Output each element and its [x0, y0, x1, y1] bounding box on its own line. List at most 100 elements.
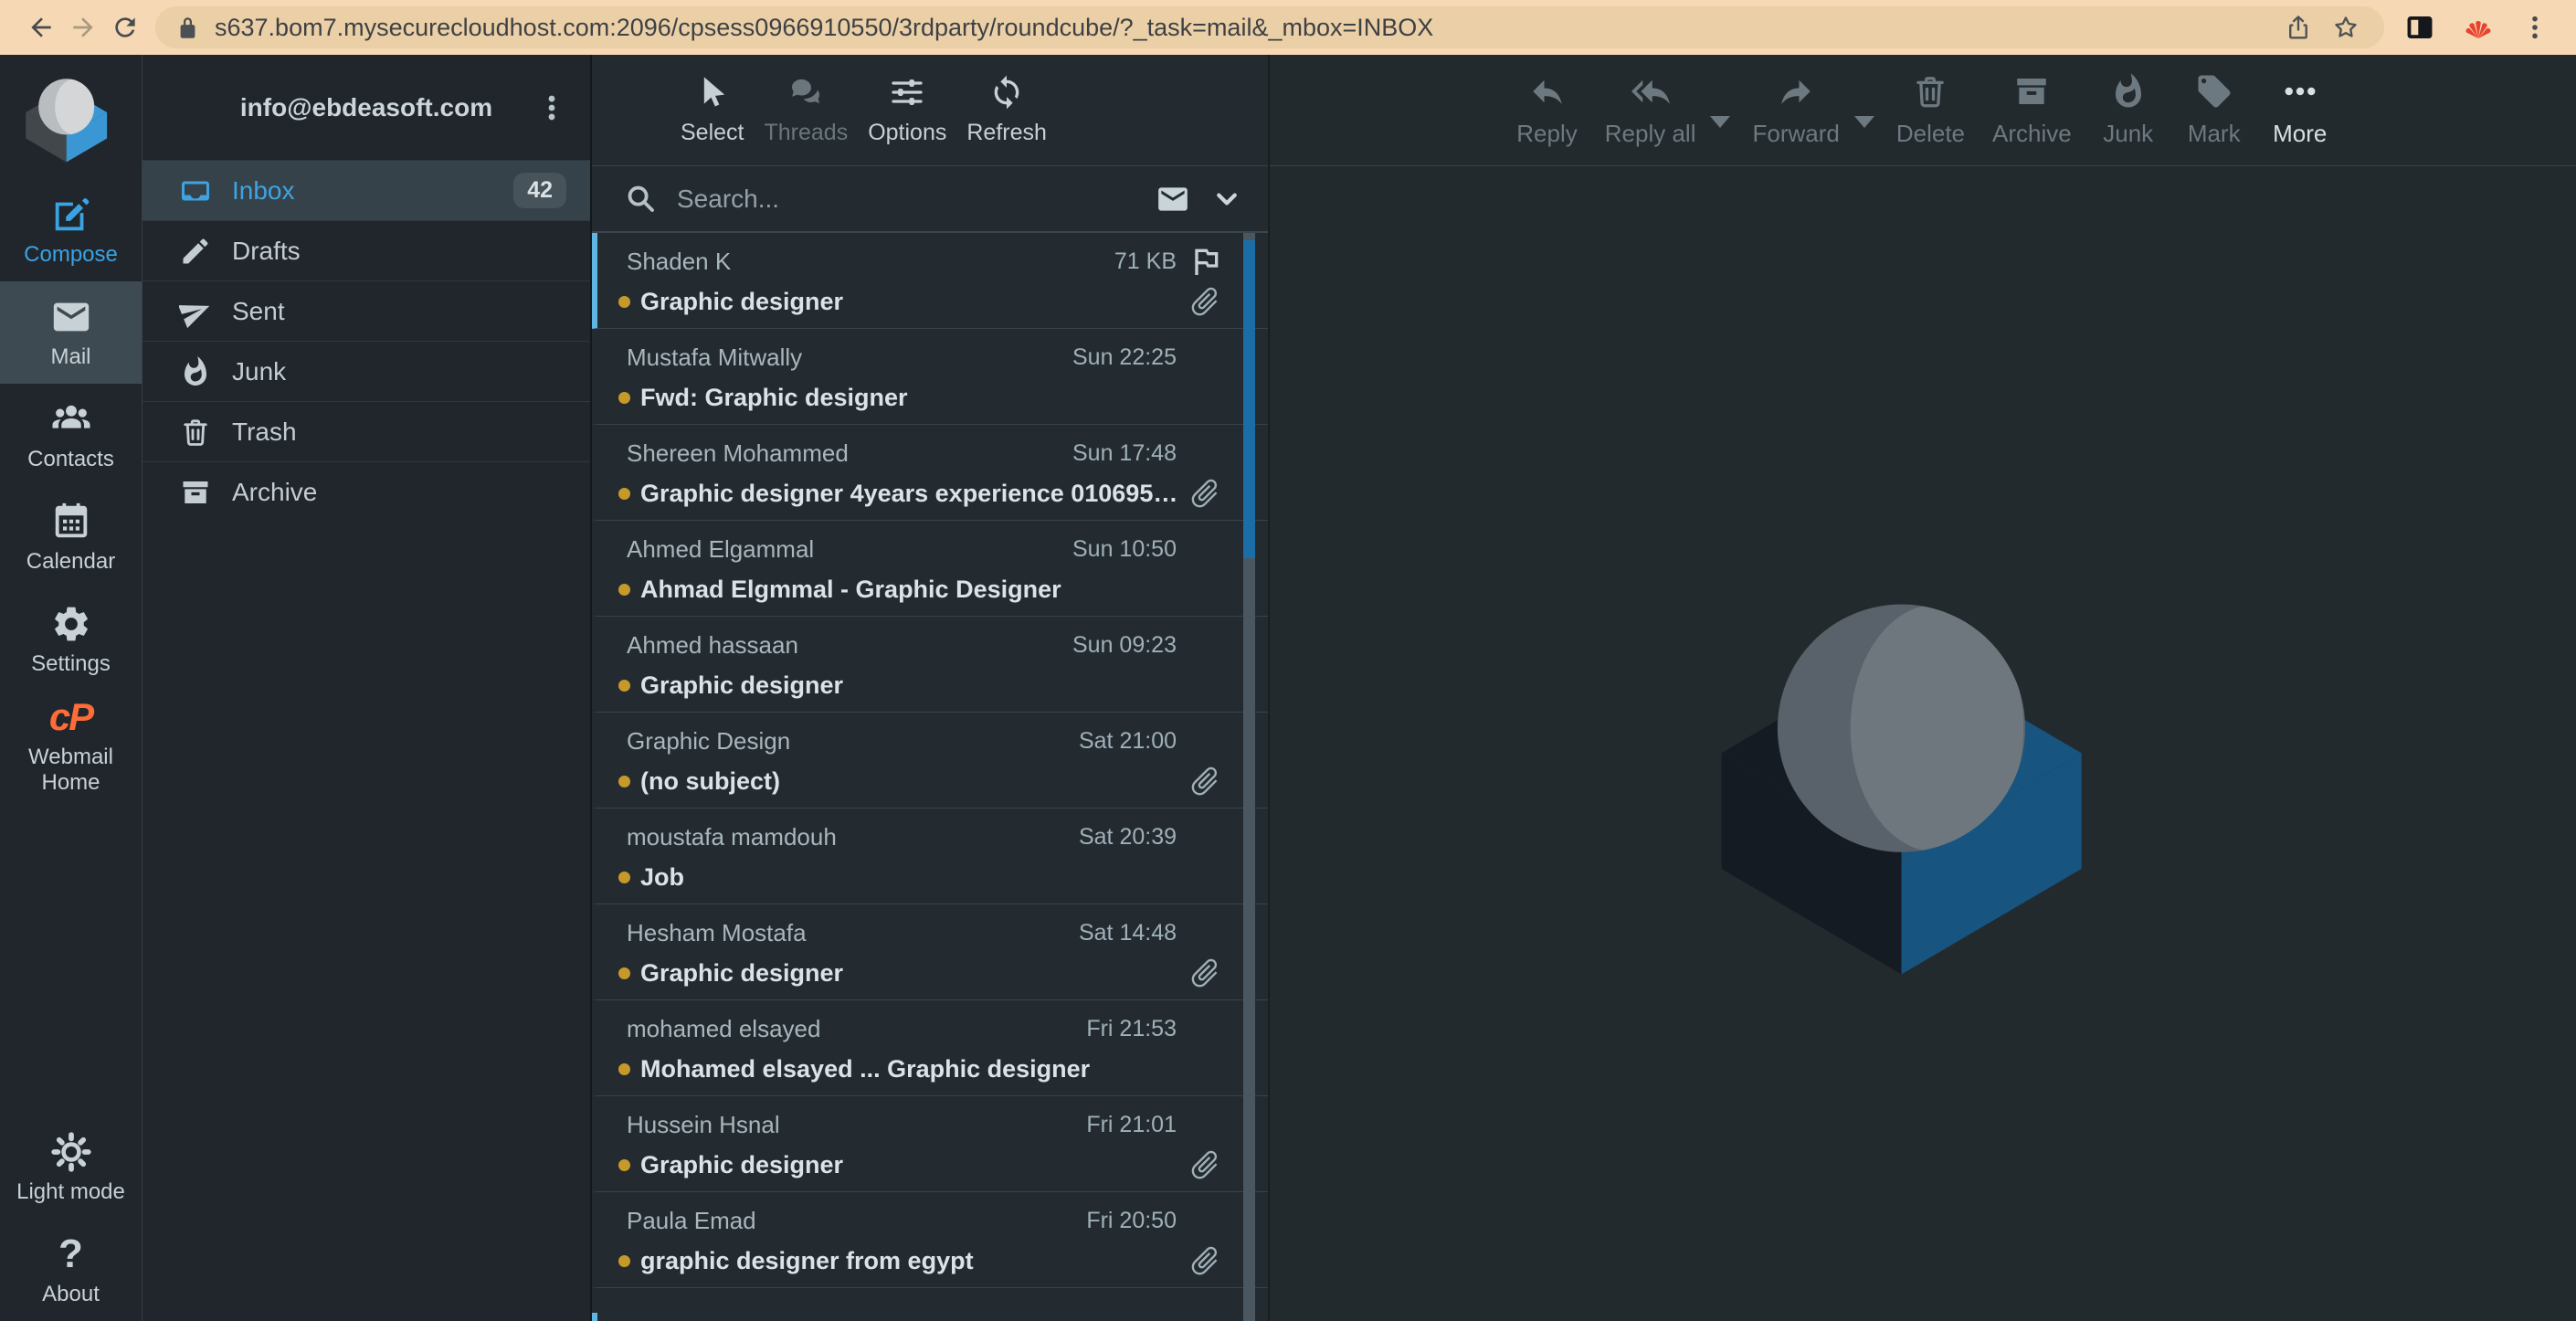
- message-row[interactable]: moustafa mamdouhSat 20:39Job: [592, 808, 1268, 904]
- search-bar[interactable]: Search...: [592, 166, 1268, 233]
- nav-item-light-mode[interactable]: Light mode: [0, 1116, 142, 1219]
- folder-drafts[interactable]: Drafts: [143, 220, 590, 280]
- message-date: Sat 21:00: [1068, 728, 1177, 755]
- message-sender: Mustafa Mitwally: [627, 343, 802, 372]
- options-button[interactable]: Options: [858, 74, 956, 146]
- message-row[interactable]: Paula EmadFri 20:50graphic designer from…: [592, 1192, 1268, 1288]
- threads-button[interactable]: Threads: [754, 74, 858, 146]
- folder-sent[interactable]: Sent: [143, 280, 590, 341]
- message-date: Fri 20:50: [1075, 1208, 1177, 1234]
- message-date: Sun 22:25: [1061, 344, 1177, 371]
- nav-item-mail[interactable]: Mail: [0, 281, 142, 384]
- message-line1: Ahmed ElgammalSun 10:50: [608, 531, 1228, 567]
- unread-dot: [618, 872, 630, 883]
- content-body: [1270, 166, 2576, 1321]
- gear-icon: [50, 603, 92, 645]
- toolbar-button-label: Reply: [1516, 120, 1577, 148]
- url-text: s637.bom7.mysecurecloudhost.com:2096/cps…: [215, 14, 2275, 42]
- back-icon[interactable]: [20, 6, 62, 48]
- message-subject: Graphic designer: [640, 959, 843, 988]
- trash-icon: [1911, 72, 1949, 115]
- message-row[interactable]: Hussein HsnalFri 21:01Graphic designer: [592, 1096, 1268, 1192]
- nav-item-webmail-home[interactable]: cPWebmail Home: [0, 691, 142, 801]
- unread-dot: [618, 1159, 630, 1171]
- nav-item-calendar[interactable]: Calendar: [0, 486, 142, 588]
- forward-menu-caret-icon[interactable]: [1854, 116, 1874, 128]
- nav-item-label: Settings: [31, 651, 111, 677]
- folder-archive[interactable]: Archive: [143, 461, 590, 522]
- reply-all-button[interactable]: Reply all: [1605, 72, 1696, 148]
- select-button[interactable]: Select: [670, 74, 754, 146]
- mark-button[interactable]: Mark: [2185, 72, 2243, 148]
- nav-item-about[interactable]: ?About: [0, 1219, 142, 1321]
- message-flag-slot: [1188, 243, 1228, 280]
- reply-button[interactable]: Reply: [1516, 72, 1577, 148]
- search-scope-envelope-icon[interactable]: [1153, 182, 1193, 217]
- message-subject: Graphic designer: [640, 671, 843, 700]
- address-bar[interactable]: s637.bom7.mysecurecloudhost.com:2096/cps…: [155, 6, 2384, 48]
- side-panel-icon[interactable]: [2397, 5, 2443, 50]
- message-row[interactable]: Hesham MostafaSat 14:48Graphic designer: [592, 904, 1268, 1000]
- share-icon[interactable]: [2275, 6, 2322, 48]
- paperclip-icon: [1188, 1147, 1222, 1182]
- flag-icon[interactable]: [1188, 243, 1224, 280]
- message-row[interactable]: Ahmed hassaanSun 09:23 Graphic designer: [592, 617, 1268, 713]
- folder-trash[interactable]: Trash: [143, 401, 590, 461]
- message-row[interactable]: Shaden K71 KBGraphic designer: [592, 233, 1268, 329]
- search-input[interactable]: Search...: [677, 185, 1153, 214]
- message-sender: Paula Emad: [627, 1207, 756, 1235]
- nav-item-contacts[interactable]: Contacts: [0, 384, 142, 486]
- list-scrollbar-thumb[interactable]: [1243, 240, 1255, 558]
- nav-item-settings[interactable]: Settings: [0, 588, 142, 691]
- nav-item-label: About: [42, 1282, 100, 1307]
- forward-icon: [1777, 72, 1815, 115]
- lock-icon: [175, 16, 200, 40]
- unread-dot: [618, 776, 630, 787]
- browser-toolbar: s637.bom7.mysecurecloudhost.com:2096/cps…: [0, 0, 2576, 55]
- message-attachment-slot: [1188, 284, 1228, 319]
- task-nav: ComposeMailContactsCalendar Settings cPWeb…: [0, 55, 143, 1321]
- message-date: Fri 21:01: [1075, 1112, 1177, 1138]
- folder-menu-kebab-icon[interactable]: [532, 82, 572, 133]
- message-line1: Mustafa Mitwally Sun 22:25: [608, 339, 1228, 375]
- message-subject: Mohamed elsayed ... Graphic designer: [640, 1055, 1090, 1083]
- refresh-button[interactable]: Refresh: [956, 74, 1057, 146]
- message-line2: Graphic designer: [608, 1147, 1228, 1183]
- message-line1: Ahmed hassaanSun 09:23: [608, 627, 1228, 663]
- message-date: 71 KB: [1103, 248, 1177, 275]
- roundcube-logo-icon[interactable]: [0, 60, 142, 179]
- nav-item-compose[interactable]: Compose: [0, 179, 142, 281]
- more-button[interactable]: More: [2271, 72, 2329, 148]
- message-line1: mohamed elsayedFri 21:53: [608, 1010, 1228, 1047]
- screen: s637.bom7.mysecurecloudhost.com:2096/cps…: [0, 0, 2576, 1321]
- account-header: info@ebdeasoft.com: [143, 55, 590, 160]
- message-sender: Ahmed hassaan: [627, 631, 798, 660]
- forward-button[interactable]: Forward: [1752, 72, 1839, 148]
- folder-inbox[interactable]: Inbox42: [143, 160, 590, 220]
- reply-all-menu-caret-icon[interactable]: [1710, 116, 1730, 128]
- message-date: Sun 17:48: [1061, 440, 1177, 467]
- extension-shell-icon[interactable]: [2455, 5, 2501, 50]
- reload-icon[interactable]: [104, 6, 146, 48]
- message-row[interactable]: Mustafa MitwallySun 22:25Fwd: Graphic de…: [592, 329, 1268, 425]
- browser-menu-kebab-icon[interactable]: [2514, 6, 2556, 48]
- message-row[interactable]: Ahmed ElgammalSun 10:50 Ahmad Elgmmal - G…: [592, 521, 1268, 617]
- message-row[interactable]: Graphic DesignSat 21:00(no subject): [592, 713, 1268, 808]
- bookmark-star-icon[interactable]: [2322, 6, 2370, 48]
- flame-icon: [179, 355, 212, 388]
- message-row[interactable]: mohamed elsayedFri 21:53 Mohamed elsayed …: [592, 1000, 1268, 1096]
- message-subject: Graphic designer 4years experience 01069…: [640, 480, 1177, 508]
- delete-button[interactable]: Delete: [1896, 72, 1965, 148]
- toolbar-button-label: More: [2273, 120, 2327, 148]
- forward-icon[interactable]: [62, 6, 104, 48]
- message-line1: Shereen MohammedSun 17:48: [608, 435, 1228, 471]
- archive-button[interactable]: Archive: [1992, 72, 2072, 148]
- next-row-focus-sliver: [592, 1313, 597, 1321]
- message-row[interactable]: Shereen MohammedSun 17:48 Graphic designe…: [592, 425, 1268, 521]
- message-line2: Mohamed elsayed ... Graphic designer: [608, 1051, 1228, 1087]
- search-expand-chevron-down-icon[interactable]: [1213, 185, 1240, 213]
- junk-button[interactable]: Junk: [2099, 72, 2158, 148]
- message-line2: Ahmad Elgmmal - Graphic Designer: [608, 571, 1228, 608]
- folder-junk[interactable]: Junk: [143, 341, 590, 401]
- message-line2: Graphic designer 4years experience 01069…: [608, 475, 1228, 512]
